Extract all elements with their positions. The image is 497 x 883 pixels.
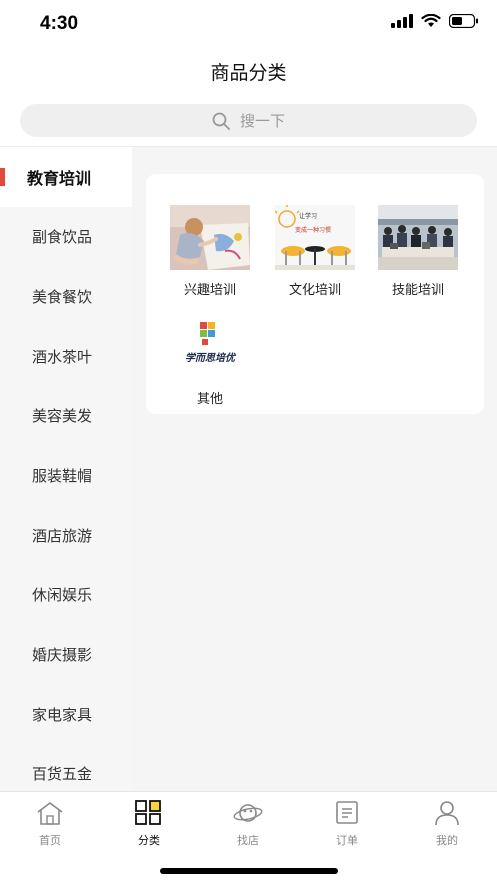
status-bar: 4:30 [0,0,497,48]
wifi-icon [421,14,441,27]
sidebar-item-label: 休闲娱乐 [32,585,93,604]
tab-mine[interactable]: 我的 [407,800,487,848]
sidebar-item-label: 家电家具 [32,705,93,724]
sidebar-item-hardware[interactable]: 百货五金 [0,743,132,791]
sidebar-item-label: 婚庆摄影 [32,645,93,664]
category-icon [135,800,161,825]
status-icons [391,14,479,28]
tab-label: 订单 [336,834,358,847]
search-input[interactable]: 搜一下 [20,104,477,137]
tab-label: 找店 [237,834,259,847]
subcategory-skill-training[interactable]: 技能培训 [368,205,468,298]
logo-text: 学而思培优 [185,352,237,364]
sidebar-item-label: 副食饮品 [32,227,93,246]
tab-label: 分类 [138,834,160,847]
search-placeholder: 搜一下 [239,112,285,130]
sidebar-item-hotel-travel[interactable]: 酒店旅游 [0,505,132,565]
image-text-line-2: 变成一种习惯 [295,226,331,234]
sidebar-item-dining[interactable]: 美食餐饮 [0,266,132,326]
xueersi-logo: 学而思培优 [170,314,250,379]
sidebar-item-food-drinks[interactable]: 副食饮品 [0,206,132,266]
sidebar-item-wedding-photo[interactable]: 婚庆摄影 [0,624,132,684]
subcategory-panel: 兴趣培训 让学习 变成一种习惯 文化培训 技能培训 学而思培优 其他 [132,147,497,791]
tab-label: 首页 [39,834,61,847]
home-indicator [160,868,338,874]
tab-find-store[interactable]: 找店 [208,800,288,848]
subcategory-label: 技能培训 [391,283,444,298]
subcategory-other[interactable]: 学而思培优 其他 [160,314,260,407]
signal-icon [391,14,413,28]
order-icon [336,801,358,824]
subcategory-interest-training[interactable]: 兴趣培训 [160,205,260,298]
sidebar-item-label: 美容美发 [32,406,93,425]
subcategory-label: 文化培训 [288,283,341,298]
subcategory-card: 兴趣培训 让学习 变成一种习惯 文化培训 技能培训 学而思培优 其他 [146,174,484,414]
sidebar-item-beauty[interactable]: 美容美发 [0,385,132,445]
sidebar-item-label: 服装鞋帽 [32,466,93,485]
sidebar-item-label: 美食餐饮 [32,287,93,306]
study-banner-photo: 让学习 变成一种习惯 [275,205,355,270]
sidebar-item-label: 百货五金 [32,764,93,783]
workshop-photo [378,205,458,270]
subcategory-label: 兴趣培训 [183,283,236,298]
active-marker [0,168,5,186]
tab-category[interactable]: 分类 [109,800,189,848]
sidebar-item-label: 酒店旅游 [32,526,93,545]
search-icon [212,112,230,130]
sidebar-item-apparel[interactable]: 服装鞋帽 [0,445,132,505]
sidebar-item-wine-tea[interactable]: 酒水茶叶 [0,326,132,386]
tab-orders[interactable]: 订单 [307,800,387,848]
category-sidebar[interactable]: 教育培训 副食饮品 美食餐饮 酒水茶叶 美容美发 服装鞋帽 酒店旅游 休闲娱乐 … [0,147,132,791]
page-title: 商品分类 [210,62,287,84]
subcategory-label: 其他 [196,392,223,407]
home-icon [37,802,63,825]
sidebar-item-appliances[interactable]: 家电家具 [0,684,132,744]
user-icon [435,801,459,826]
sidebar-item-label: 酒水茶叶 [32,347,93,366]
child-drawing-photo [170,205,250,270]
status-time: 4:30 [40,13,79,34]
tab-label: 我的 [436,834,458,847]
image-text-line-1: 让学习 [299,212,317,220]
tab-home[interactable]: 首页 [10,800,90,848]
sidebar-item-education[interactable]: 教育培训 [0,147,132,207]
subcategory-culture-training[interactable]: 让学习 变成一种习惯 文化培训 [265,205,365,298]
battery-icon [449,14,478,28]
sidebar-item-leisure[interactable]: 休闲娱乐 [0,564,132,624]
sidebar-item-label: 教育培训 [27,169,92,188]
planet-icon [233,804,263,822]
